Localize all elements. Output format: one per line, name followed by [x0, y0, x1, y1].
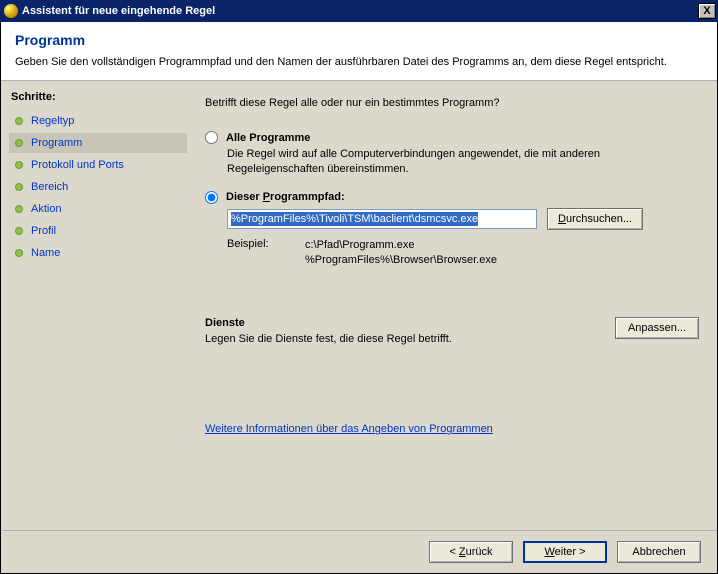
step-item[interactable]: Protokoll und Ports: [9, 155, 187, 175]
window-body: Programm Geben Sie den vollständigen Pro…: [0, 22, 718, 574]
step-bullet-icon: [15, 249, 23, 257]
customize-button[interactable]: Anpassen...: [615, 317, 699, 339]
step-label: Aktion: [31, 203, 62, 215]
step-label: Protokoll und Ports: [31, 159, 124, 171]
radio-path-input[interactable]: [205, 191, 218, 204]
step-item[interactable]: Name: [9, 243, 187, 263]
example-text: c:\Pfad\Programm.exe %ProgramFiles%\Brow…: [305, 238, 497, 268]
steps-heading: Schritte:: [9, 91, 187, 103]
step-label: Regeltyp: [31, 115, 74, 127]
radio-path[interactable]: Dieser Programmpfad:: [205, 191, 699, 204]
option-program-path: Dieser Programmpfad: %ProgramFiles%\Tivo…: [205, 191, 699, 268]
step-bullet-icon: [15, 183, 23, 191]
services-title: Dienste: [205, 317, 615, 329]
radio-all-programs[interactable]: Alle Programme: [205, 131, 699, 144]
step-label: Profil: [31, 225, 56, 237]
step-item[interactable]: Bereich: [9, 177, 187, 197]
back-button[interactable]: < Zurück: [429, 541, 513, 563]
cancel-button[interactable]: Abbrechen: [617, 541, 701, 563]
step-bullet-icon: [15, 205, 23, 213]
step-item[interactable]: Profil: [9, 221, 187, 241]
window-title: Assistent für neue eingehende Regel: [22, 5, 698, 17]
title-bar: Assistent für neue eingehende Regel X: [0, 0, 718, 22]
radio-all-desc: Die Regel wird auf alle Computerverbindu…: [227, 147, 647, 177]
page-title: Programm: [15, 32, 703, 48]
question-text: Betrifft diese Regel alle oder nur ein b…: [205, 97, 699, 109]
option-all-programs: Alle Programme Die Regel wird auf alle C…: [205, 131, 699, 177]
step-bullet-icon: [15, 227, 23, 235]
app-icon: [4, 4, 18, 18]
next-button[interactable]: Weiter >: [523, 541, 607, 563]
main-area: Schritte: Regeltyp Programm Protokoll und …: [1, 81, 717, 530]
step-item[interactable]: Regeltyp: [9, 111, 187, 131]
step-item[interactable]: Programm: [9, 133, 187, 153]
page-subtitle: Geben Sie den vollständigen Programmpfad…: [15, 56, 703, 68]
step-bullet-icon: [15, 139, 23, 147]
step-bullet-icon: [15, 161, 23, 169]
services-block: Dienste Legen Sie die Dienste fest, die …: [205, 317, 699, 345]
radio-all-input[interactable]: [205, 131, 218, 144]
program-path-input[interactable]: %ProgramFiles%\Tivoli\TSM\baclient\dsmcs…: [227, 209, 537, 229]
steps-sidebar: Schritte: Regeltyp Programm Protokoll und …: [1, 81, 187, 530]
wizard-header: Programm Geben Sie den vollständigen Pro…: [1, 22, 717, 81]
step-item[interactable]: Aktion: [9, 199, 187, 219]
step-label: Programm: [31, 137, 82, 149]
browse-button[interactable]: Durchsuchen...: [547, 208, 643, 230]
services-desc: Legen Sie die Dienste fest, die diese Re…: [205, 333, 615, 345]
step-bullet-icon: [15, 117, 23, 125]
step-label: Name: [31, 247, 60, 259]
example-label: Beispiel:: [227, 238, 305, 268]
more-info-link[interactable]: Weitere Informationen über das Angeben v…: [205, 423, 493, 435]
content-pane: Betrifft diese Regel alle oder nur ein b…: [187, 81, 717, 530]
wizard-footer: < Zurück Weiter > Abbrechen: [1, 530, 717, 573]
radio-path-label: Dieser Programmpfad:: [226, 191, 345, 203]
step-label: Bereich: [31, 181, 68, 193]
close-button[interactable]: X: [698, 3, 716, 19]
radio-all-label: Alle Programme: [226, 132, 310, 144]
program-path-value: %ProgramFiles%\Tivoli\TSM\baclient\dsmcs…: [231, 212, 478, 226]
